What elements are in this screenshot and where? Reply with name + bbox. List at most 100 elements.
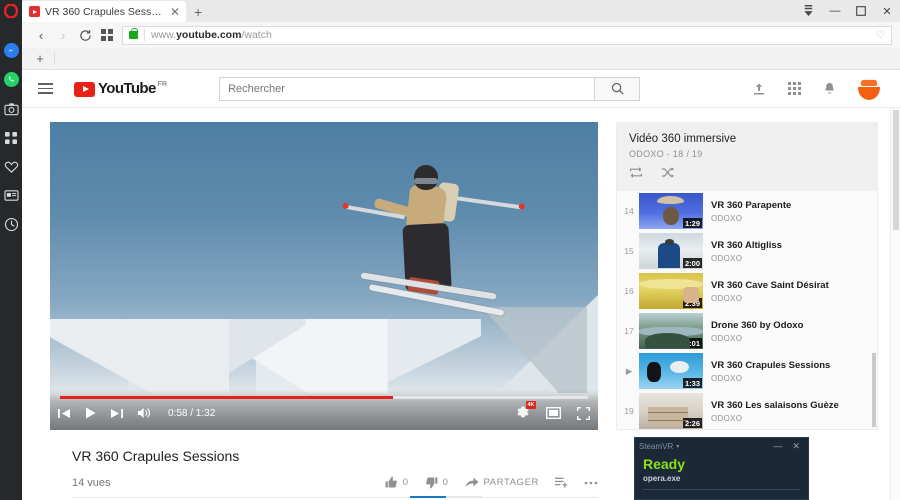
playlist-item-thumbnail[interactable]: 2:26 [639,393,703,429]
fullscreen-icon[interactable] [577,406,590,420]
page-scrollbar-thumb[interactable] [893,110,899,230]
playlist-item[interactable]: 19 2:26 VR 360 Les salaisons Guèze ODOXO [617,391,877,429]
playlist-item-duration: 1:01 [682,338,702,348]
playlist-item-thumbnail[interactable]: 2:39 [639,273,703,309]
youtube-favicon-icon [29,6,40,17]
bookmark-divider [54,52,55,65]
previous-icon[interactable] [58,408,71,419]
theater-mode-icon[interactable] [546,407,561,419]
steamvr-minimize-button[interactable]: — [773,441,782,452]
sidebar-item-news[interactable] [0,181,22,210]
apps-grid-icon[interactable] [788,82,801,95]
browser-tab[interactable]: VR 360 Crapules Sessions ✕ [22,1,187,22]
browser-window: VR 360 Crapules Sessions ✕ + — ✕ ‹ › www… [22,0,900,500]
playlist-item-title: VR 360 Les salaisons Guèze [711,399,839,411]
opera-logo-icon[interactable] [0,0,22,22]
playlist-item-thumbnail[interactable]: 1:29 [639,193,703,229]
sidebar-item-whatsapp[interactable] [0,65,22,94]
playlist-item-channel: ODOXO [711,213,743,223]
url-input[interactable]: www.youtube.com/watch ♡ [122,25,892,45]
shuffle-icon[interactable] [661,165,675,183]
sidebar-item-favorites[interactable] [0,152,22,181]
add-bookmark-button[interactable]: + [30,51,50,66]
volume-icon[interactable] [137,407,152,419]
player-controls: 0:58 / 1:32 4K [50,390,598,430]
maximize-button[interactable] [848,0,874,22]
video-metadata: VR 360 Crapules Sessions 14 vues 0 0 PAR… [50,430,598,500]
tab-title: VR 360 Crapules Sessions [45,5,163,18]
speed-dial-button[interactable] [96,24,118,46]
search-button[interactable] [594,76,641,101]
playlist-item-title: VR 360 Cave Saint Désirat [711,279,829,291]
page-scrollbar[interactable] [890,108,900,500]
playlist-items: 14 1:29 VR 360 Parapente ODOXO 15 2:00 VR 360 … [617,191,877,429]
playlist-item-channel: ODOXO [711,373,743,383]
playlist-item-index: 15 [624,246,634,256]
share-button[interactable]: PARTAGER [465,477,539,488]
download-indicator-icon[interactable] [794,0,822,22]
youtube-wordmark: YouTube [98,79,156,97]
youtube-logo[interactable]: YouTube FR [74,79,167,97]
sidebar-item-messenger[interactable] [0,36,22,65]
playlist-now-playing-indicator: ▶ [625,365,633,376]
settings-gear-icon[interactable]: 4K [516,401,536,420]
playlist-item-title: VR 360 Altigliss [711,239,782,251]
user-avatar[interactable] [858,77,880,100]
youtube-header: YouTube FR [22,70,900,108]
playlist-panel: Vidéo 360 immersive ODOXO - 18 / 19 14 1:… [616,122,878,430]
playlist-scrollbar[interactable] [872,353,876,427]
steamvr-window[interactable]: SteamVR ▾ — ✕ Ready opera.exe [634,437,809,500]
more-options-button[interactable] [584,481,598,485]
playlist-item[interactable]: 14 1:29 VR 360 Parapente ODOXO [617,191,877,231]
loop-icon[interactable] [629,165,643,183]
playlist-item-channel: ODOXO [711,333,743,343]
steamvr-status: Ready [643,456,686,472]
like-button[interactable]: 0 [385,476,409,489]
url-path: /watch [241,29,272,41]
next-icon[interactable] [110,408,123,419]
playlist-item-thumbnail[interactable]: 1:01 [639,313,703,349]
minimize-button[interactable]: — [822,0,848,22]
playlist-item[interactable]: 16 2:39 VR 360 Cave Saint Désirat ODOXO [617,271,877,311]
video-player[interactable]: 0:58 / 1:32 4K [50,122,598,430]
steamvr-body: Ready opera.exe [635,454,808,490]
url-text: www.youtube.com/watch [151,29,272,41]
new-tab-button[interactable]: + [186,1,210,22]
sidebar-item-snapshot[interactable] [0,94,22,123]
back-button[interactable]: ‹ [30,24,52,46]
playlist-item[interactable]: ▶ 1:33 VR 360 Crapules Sessions ODOXO [617,351,877,391]
progress-bar[interactable] [60,396,588,399]
playlist-title: Vidéo 360 immersive [629,133,737,145]
play-icon[interactable] [85,407,96,419]
upload-icon[interactable] [752,82,766,96]
video-stats-row: 14 vues 0 0 PARTAGER [72,476,598,498]
sidebar-item-history[interactable] [0,210,22,239]
hamburger-icon[interactable] [36,83,62,94]
close-button[interactable]: ✕ [874,0,900,22]
playlist-item-thumbnail[interactable]: 1:33 [639,353,703,389]
control-row-right: 4K [516,401,590,420]
dislike-button[interactable]: 0 [425,476,449,489]
playlist-item-index: 14 [624,206,634,216]
bookmark-heart-icon[interactable]: ♡ [876,30,885,41]
video-skier-subject [345,162,523,334]
reload-button[interactable] [74,24,96,46]
dislike-count: 0 [442,477,449,488]
search-input[interactable] [219,76,595,101]
steamvr-close-button[interactable]: ✕ [792,441,800,452]
sidebar-item-apps[interactable] [0,123,22,152]
playlist-item-text: VR 360 Cave Saint Désirat ODOXO [703,280,829,303]
chevron-down-icon[interactable]: ▾ [676,443,679,450]
video-title: VR 360 Crapules Sessions [72,448,240,464]
tab-close-icon[interactable]: ✕ [168,6,180,18]
playlist-item[interactable]: 15 2:00 VR 360 Altigliss ODOXO [617,231,877,271]
playlist-item-channel: ODOXO [711,253,743,263]
playlist-item-index: 16 [624,286,634,296]
playlist-item-text: VR 360 Les salaisons Guèze ODOXO [703,400,839,423]
playlist-item-thumbnail[interactable]: 2:00 [639,233,703,269]
forward-button: › [60,27,66,43]
bell-icon[interactable] [823,82,836,96]
save-to-playlist-button[interactable] [555,477,568,488]
time-display: 0:58 / 1:32 [168,407,216,419]
playlist-item[interactable]: 17 1:01 Drone 360 by Odoxo ODOXO [617,311,877,351]
